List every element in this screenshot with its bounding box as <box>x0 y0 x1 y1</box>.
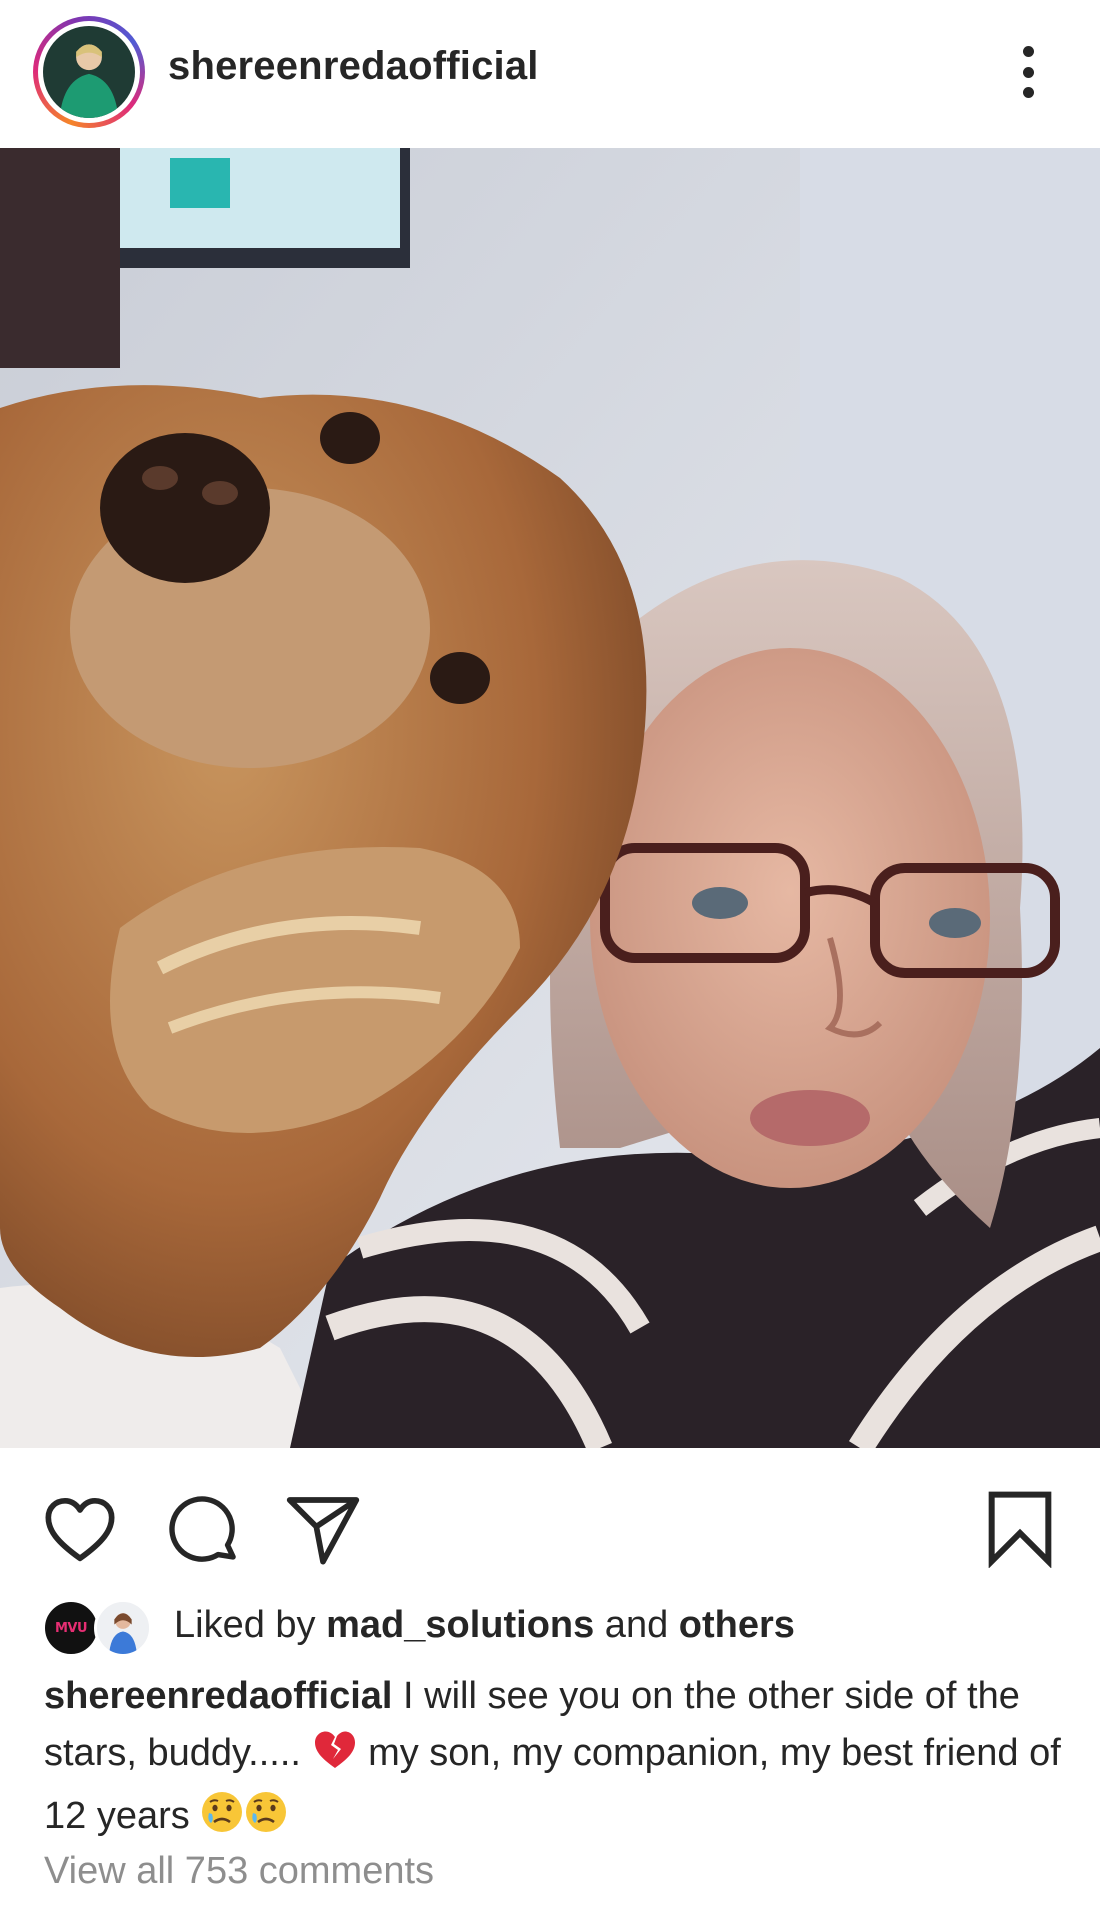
crying-face-icon <box>200 1790 244 1851</box>
more-vertical-icon[interactable] <box>1010 42 1046 102</box>
liker-avatars: MVU <box>42 1595 152 1657</box>
view-all-comments-link[interactable]: View all 753 comments <box>44 1850 434 1893</box>
liker-avatar-2 <box>94 1599 152 1657</box>
liker-avatar-1: MVU <box>42 1599 100 1657</box>
heart-icon[interactable] <box>40 1490 120 1570</box>
avatar-image <box>43 26 135 118</box>
likes-row[interactable]: MVU Liked by mad_solutions and others <box>42 1595 795 1657</box>
liker-username[interactable]: mad_solutions <box>326 1604 594 1646</box>
post-caption: shereenredaofficial I will see you on th… <box>44 1668 1064 1851</box>
broken-heart-icon <box>312 1727 358 1788</box>
paper-plane-icon[interactable] <box>283 1490 363 1570</box>
bookmark-icon[interactable] <box>985 1488 1055 1569</box>
post-username[interactable]: shereenredaofficial <box>168 44 539 89</box>
crying-face-icon <box>244 1790 288 1851</box>
comment-icon[interactable] <box>165 1492 241 1568</box>
post-actions <box>0 1448 1100 1588</box>
post-photo[interactable] <box>0 148 1100 1448</box>
profile-avatar[interactable] <box>33 16 145 128</box>
likes-others-link[interactable]: others <box>679 1604 795 1646</box>
likes-text: Liked by mad_solutions and others <box>174 1603 795 1646</box>
post-header: shereenredaofficial <box>0 0 1100 148</box>
caption-username[interactable]: shereenredaofficial <box>44 1675 392 1717</box>
